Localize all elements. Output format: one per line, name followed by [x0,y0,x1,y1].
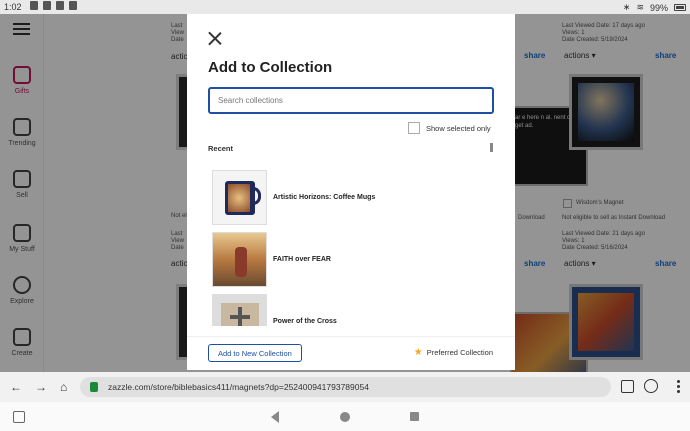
scrollbar[interactable] [490,143,493,152]
app-icon[interactable] [13,411,25,423]
collection-thumbnail [212,293,267,326]
notification-icon [69,1,77,10]
status-time: 1:02 [4,2,22,12]
collection-item[interactable]: Power of the Cross [208,290,494,326]
search-collections-input[interactable] [208,87,494,114]
close-icon[interactable] [207,31,223,47]
collection-item[interactable]: FAITH over FEAR [208,228,494,290]
recent-heading: Recent [208,144,234,153]
preferred-collection: ★ Preferred Collection [413,346,493,358]
battery-level: 99% [649,2,668,13]
nav-back-icon[interactable] [271,411,279,423]
collection-name: Artistic Horizons: Coffee Mugs [273,193,376,201]
preferred-collection-label: Preferred Collection [426,348,493,357]
browser-toolbar: ← → ⌂ zazzle.com/store/biblebasics411/ma… [0,372,690,402]
add-to-new-collection-button[interactable]: Add to New Collection [208,344,302,362]
wifi-icon: ≋ [636,2,644,12]
nav-recents-icon[interactable] [410,412,419,421]
mail-icon [56,1,64,10]
collection-name: FAITH over FEAR [273,255,331,263]
download-icon [43,1,51,10]
address-bar[interactable]: zazzle.com/store/biblebasics411/magnets?… [80,377,611,397]
url-text: zazzle.com/store/biblebasics411/magnets?… [108,382,369,392]
show-selected-toggle[interactable]: Show selected only [408,122,491,134]
system-navigation-bar [0,402,690,431]
back-arrow-icon[interactable]: ← [10,380,22,394]
collection-thumbnail [212,169,267,225]
dialog-title: Add to Collection [208,59,333,76]
footer-divider [187,336,515,337]
forward-arrow-icon[interactable]: → [35,380,47,394]
status-bar: 1:02 ∗ ≋ 99% [0,0,690,14]
bluetooth-icon: ∗ [622,2,631,12]
tabs-icon[interactable] [621,380,634,393]
secure-lock-icon [90,382,98,392]
nav-home-icon[interactable] [340,412,350,422]
collection-thumbnail [212,231,267,287]
collection-list: Artistic Horizons: Coffee Mugs FAITH ove… [208,166,494,326]
gallery-icon [30,1,38,10]
battery-icon [674,4,686,11]
collection-name: Power of the Cross [273,317,337,325]
show-selected-label: Show selected only [426,123,491,133]
home-icon[interactable]: ⌂ [60,380,67,394]
overflow-menu-icon[interactable] [677,380,680,393]
add-to-collection-dialog: Add to Collection Show selected only Rec… [187,14,515,370]
collection-item[interactable]: Artistic Horizons: Coffee Mugs [208,166,494,228]
show-selected-checkbox[interactable] [408,122,420,134]
star-icon: ★ [413,346,423,358]
account-icon[interactable] [644,379,658,393]
